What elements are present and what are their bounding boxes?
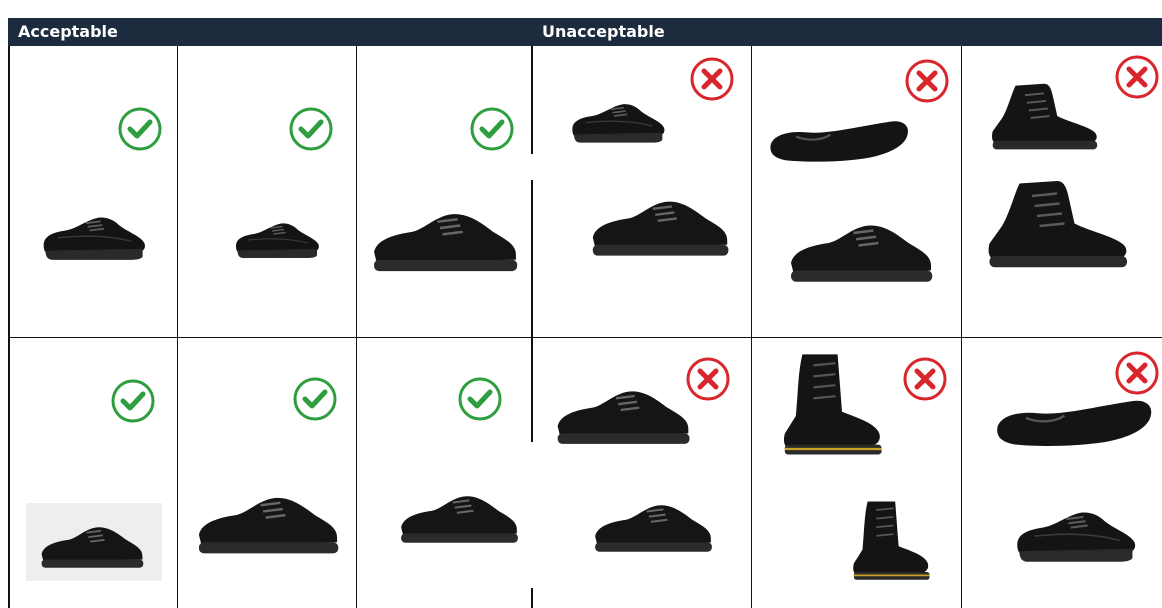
check-icon xyxy=(292,376,338,422)
unacceptable-row1-cell2 xyxy=(752,46,961,337)
acceptable-row1-cell3 xyxy=(357,46,531,337)
check-icon xyxy=(110,378,156,424)
unacceptable-header-extension xyxy=(962,18,1162,46)
black-leather-skate-shoe xyxy=(30,520,154,574)
cross-icon xyxy=(902,356,948,402)
unacceptable-row1-cell1 xyxy=(533,46,751,337)
black-chelsea-boot xyxy=(840,498,940,584)
black-leather-running-shoe xyxy=(186,488,350,562)
unacceptable-header: Unacceptable xyxy=(532,18,962,46)
black-high-top-basketball-shoe xyxy=(982,176,1132,276)
unacceptable-row2-cell3 xyxy=(962,338,1162,608)
check-icon xyxy=(288,106,334,152)
black-leather-lace-up-shoe xyxy=(40,206,150,266)
black-high-top-canvas-sneaker xyxy=(984,80,1104,156)
acceptable-row2-cell1 xyxy=(10,338,177,608)
cross-icon xyxy=(689,56,735,102)
unacceptable-row2-cell2 xyxy=(752,338,961,608)
acceptable-row1-cell1 xyxy=(10,46,177,337)
black-knit-sneakers xyxy=(553,374,693,460)
check-icon xyxy=(469,106,515,152)
cross-icon xyxy=(904,58,950,104)
black-t-bar-shoe xyxy=(1012,502,1142,566)
check-icon xyxy=(117,106,163,152)
black-canvas-plimsoll xyxy=(549,96,689,146)
acceptable-row2-cell3 xyxy=(357,338,531,608)
black-low-top-sneaker xyxy=(585,192,735,264)
acceptable-row1-cell2 xyxy=(178,46,356,337)
cross-icon xyxy=(1114,350,1160,396)
unacceptable-row2-cell1 xyxy=(533,338,751,608)
black-ballet-flat xyxy=(764,114,914,170)
black-mary-jane-shoe xyxy=(986,394,1162,454)
acceptable-header-label: Acceptable xyxy=(18,22,118,41)
black-leather-oxford-shoe xyxy=(233,211,323,266)
cross-icon xyxy=(1114,54,1160,100)
check-icon xyxy=(457,376,503,422)
black-leather-sneaker xyxy=(369,204,521,280)
black-combat-boot xyxy=(776,350,886,460)
unacceptable-header-label: Unacceptable xyxy=(542,22,665,41)
acceptable-row2-cell2 xyxy=(178,338,356,608)
acceptable-header: Acceptable xyxy=(8,18,532,46)
black-slip-on-shoe xyxy=(786,214,936,292)
black-athletic-trainer xyxy=(387,488,531,550)
unacceptable-row1-cell3 xyxy=(962,46,1162,337)
black-nike-air-max-sneakers xyxy=(591,490,715,566)
